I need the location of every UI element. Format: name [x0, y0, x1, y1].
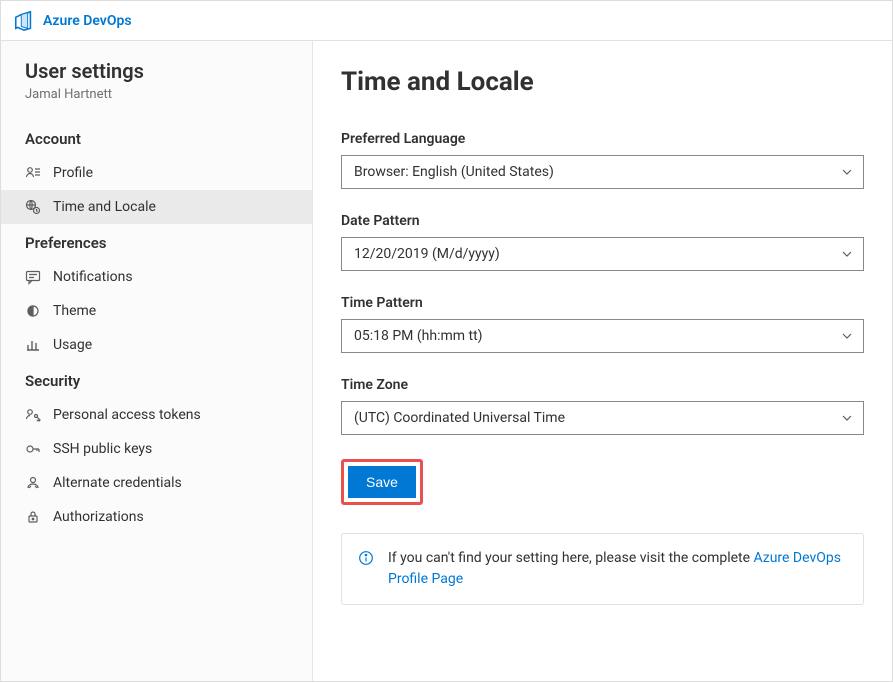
- sidebar-item-label: Alternate credentials: [53, 475, 182, 491]
- profile-icon: [25, 165, 41, 181]
- field-time-pattern: Time Pattern 05:18 PM (hh:mm tt): [341, 295, 864, 353]
- sidebar-item-profile[interactable]: Profile: [1, 156, 312, 190]
- dropdown-value: Browser: English (United States): [354, 164, 554, 180]
- field-label: Date Pattern: [341, 213, 864, 229]
- info-box: If you can't find your setting here, ple…: [341, 533, 864, 605]
- info-text: If you can't find your setting here, ple…: [388, 548, 847, 590]
- sidebar-item-notifications[interactable]: Notifications: [1, 260, 312, 294]
- section-header-preferences: Preferences: [1, 224, 312, 260]
- sidebar-item-ssh-public-keys[interactable]: SSH public keys: [1, 432, 312, 466]
- time-pattern-dropdown[interactable]: 05:18 PM (hh:mm tt): [341, 319, 864, 353]
- page-title: Time and Locale: [341, 67, 864, 97]
- field-label: Time Pattern: [341, 295, 864, 311]
- sidebar-item-label: Time and Locale: [53, 199, 156, 215]
- brand-text[interactable]: Azure DevOps: [43, 13, 132, 29]
- info-text-before: If you can't find your setting here, ple…: [388, 550, 754, 566]
- sidebar-item-time-and-locale[interactable]: Time and Locale: [1, 190, 312, 224]
- info-icon: [358, 550, 374, 566]
- chevron-down-icon: [841, 248, 853, 260]
- sidebar-item-alternate-credentials[interactable]: Alternate credentials: [1, 466, 312, 500]
- time-zone-dropdown[interactable]: (UTC) Coordinated Universal Time: [341, 401, 864, 435]
- dropdown-value: 12/20/2019 (M/d/yyyy): [354, 246, 500, 262]
- chevron-down-icon: [841, 166, 853, 178]
- sidebar-item-label: Notifications: [53, 269, 133, 285]
- main: User settings Jamal Hartnett Account Pro…: [1, 41, 892, 681]
- field-label: Time Zone: [341, 377, 864, 393]
- language-dropdown[interactable]: Browser: English (United States): [341, 155, 864, 189]
- chevron-down-icon: [841, 330, 853, 342]
- sidebar-user: Jamal Hartnett: [1, 87, 312, 120]
- section-header-security: Security: [1, 362, 312, 398]
- sidebar-title: User settings: [1, 59, 312, 87]
- save-highlight: Save: [341, 459, 423, 505]
- chat-icon: [25, 269, 41, 285]
- content: Time and Locale Preferred Language Brows…: [313, 41, 892, 681]
- key-icon: [25, 441, 41, 457]
- theme-icon: [25, 303, 41, 319]
- field-time-zone: Time Zone (UTC) Coordinated Universal Ti…: [341, 377, 864, 435]
- header-bar: Azure DevOps: [1, 1, 892, 41]
- date-pattern-dropdown[interactable]: 12/20/2019 (M/d/yyyy): [341, 237, 864, 271]
- field-date-pattern: Date Pattern 12/20/2019 (M/d/yyyy): [341, 213, 864, 271]
- sidebar-item-authorizations[interactable]: Authorizations: [1, 500, 312, 534]
- sidebar-item-label: Theme: [53, 303, 96, 319]
- field-label: Preferred Language: [341, 131, 864, 147]
- sidebar-item-label: Profile: [53, 165, 93, 181]
- field-language: Preferred Language Browser: English (Uni…: [341, 131, 864, 189]
- person-key-icon: [25, 407, 41, 423]
- dropdown-value: 05:18 PM (hh:mm tt): [354, 328, 483, 344]
- azure-devops-icon: [13, 10, 35, 32]
- sidebar-item-usage[interactable]: Usage: [1, 328, 312, 362]
- sidebar-item-label: Personal access tokens: [53, 407, 201, 423]
- credentials-icon: [25, 475, 41, 491]
- sidebar: User settings Jamal Hartnett Account Pro…: [1, 41, 313, 681]
- sidebar-item-label: SSH public keys: [53, 441, 152, 457]
- section-header-account: Account: [1, 120, 312, 156]
- sidebar-item-theme[interactable]: Theme: [1, 294, 312, 328]
- globe-icon: [25, 199, 41, 215]
- chevron-down-icon: [841, 412, 853, 424]
- lock-icon: [25, 509, 41, 525]
- save-button[interactable]: Save: [348, 466, 416, 498]
- bar-chart-icon: [25, 337, 41, 353]
- sidebar-item-personal-access-tokens[interactable]: Personal access tokens: [1, 398, 312, 432]
- sidebar-item-label: Usage: [53, 337, 92, 353]
- sidebar-item-label: Authorizations: [53, 509, 144, 525]
- dropdown-value: (UTC) Coordinated Universal Time: [354, 410, 565, 426]
